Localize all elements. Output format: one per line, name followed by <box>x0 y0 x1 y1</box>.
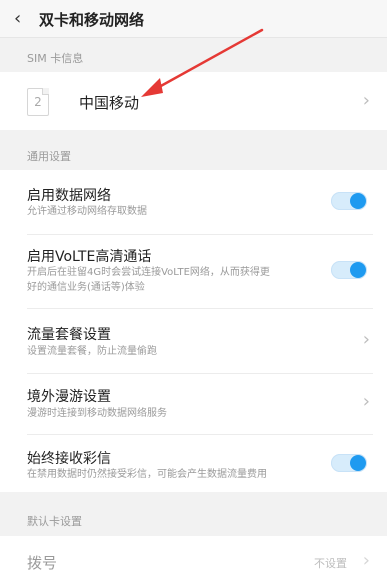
sim-card-icon: 2 <box>27 88 49 116</box>
default-section-label: 默认卡设置 <box>27 515 82 528</box>
dial-setting-row[interactable]: 拨号 不设置 › <box>0 536 387 585</box>
setting-subtitle: 漫游时连接到移动数据网络服务 <box>27 408 167 419</box>
divider <box>27 434 373 435</box>
setting-title: 启用VoLTE高清通话 <box>27 249 152 265</box>
dial-value: 不设置 <box>314 557 347 570</box>
top-bar: ‹ 双卡和移动网络 <box>0 0 387 38</box>
chevron-right-icon: › <box>362 90 370 111</box>
setting-title: 流量套餐设置 <box>27 327 111 343</box>
divider <box>27 308 373 309</box>
setting-title: 启用数据网络 <box>27 188 111 204</box>
volte-toggle[interactable] <box>331 261 367 279</box>
toggle-knob <box>350 455 366 471</box>
setting-subtitle: 允许通过移动网络存取数据 <box>27 206 147 217</box>
dial-title: 拨号 <box>27 554 58 572</box>
back-chevron-icon[interactable]: ‹ <box>14 10 32 28</box>
sim-card-row[interactable]: 2 中国移动 › <box>0 72 387 130</box>
chevron-right-icon: › <box>362 550 370 571</box>
setting-subtitle-line1: 开启后在驻留4G时会尝试连接VoLTE网络，从而获得更 <box>27 267 270 278</box>
general-section-label: 通用设置 <box>27 150 71 163</box>
setting-title: 始终接收彩信 <box>27 451 111 467</box>
data-network-toggle[interactable] <box>331 192 367 210</box>
toggle-knob <box>350 262 366 278</box>
setting-subtitle: 在禁用数据时仍然接受彩信，可能会产生数据流量费用 <box>27 469 267 480</box>
divider <box>27 234 373 235</box>
general-settings-card: 启用数据网络 允许通过移动网络存取数据 启用VoLTE高清通话 开启后在驻留4G… <box>0 170 387 492</box>
carrier-name: 中国移动 <box>79 94 140 112</box>
divider <box>27 373 373 374</box>
sim-section-label: SIM 卡信息 <box>27 52 84 65</box>
page-title: 双卡和移动网络 <box>39 11 145 29</box>
setting-subtitle: 设置流量套餐，防止流量偷跑 <box>27 346 157 357</box>
toggle-knob <box>350 193 366 209</box>
setting-subtitle-line2: 好的通信业务(通话等)体验 <box>27 282 145 293</box>
mms-toggle[interactable] <box>331 454 367 472</box>
chevron-right-icon: › <box>362 391 370 412</box>
chevron-right-icon: › <box>362 329 370 350</box>
setting-title: 境外漫游设置 <box>27 389 111 405</box>
